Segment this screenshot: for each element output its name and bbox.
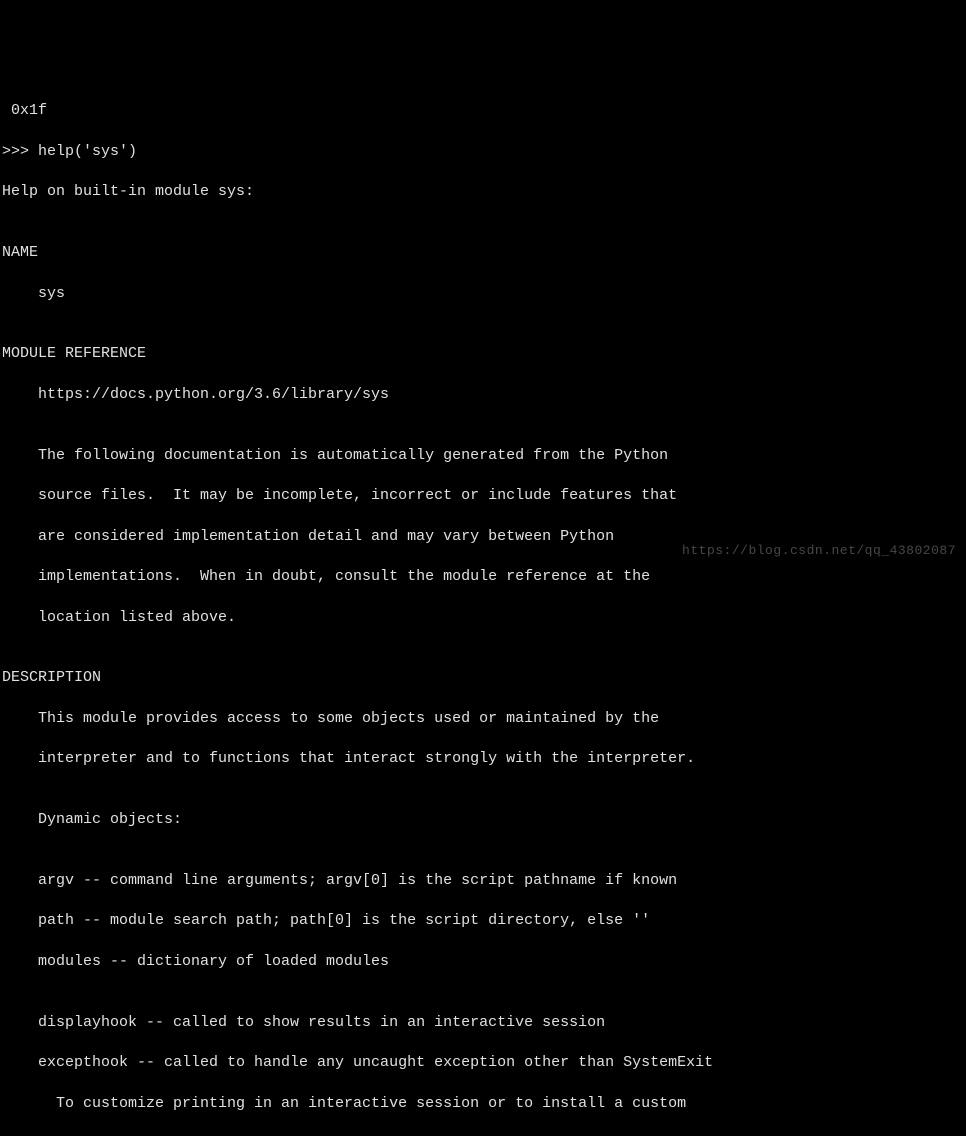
terminal-line: argv -- command line arguments; argv[0] … [2,871,964,891]
help-section-header: DESCRIPTION [2,668,964,688]
terminal-line: sys [2,284,964,304]
help-section-header: NAME [2,243,964,263]
terminal-line: path -- module search path; path[0] is t… [2,911,964,931]
terminal-line: displayhook -- called to show results in… [2,1013,964,1033]
terminal-prompt-line: >>> help('sys') [2,142,964,162]
terminal-output[interactable]: 0x1f >>> help('sys') Help on built-in mo… [0,81,966,1134]
terminal-line: 0x1f [2,101,964,121]
terminal-line: Help on built-in module sys: [2,182,964,202]
terminal-line: location listed above. [2,608,964,628]
terminal-line: interpreter and to functions that intera… [2,749,964,769]
terminal-line: This module provides access to some obje… [2,709,964,729]
terminal-line: implementations. When in doubt, consult … [2,567,964,587]
help-section-header: MODULE REFERENCE [2,344,964,364]
terminal-line: source files. It may be incomplete, inco… [2,486,964,506]
terminal-line: modules -- dictionary of loaded modules [2,952,964,972]
terminal-line: https://docs.python.org/3.6/library/sys [2,385,964,405]
watermark-text: https://blog.csdn.net/qq_43802087 [682,542,956,560]
terminal-line: To customize printing in an interactive … [2,1094,964,1114]
terminal-line: The following documentation is automatic… [2,446,964,466]
terminal-line: Dynamic objects: [2,810,964,830]
terminal-line: excepthook -- called to handle any uncau… [2,1053,964,1073]
